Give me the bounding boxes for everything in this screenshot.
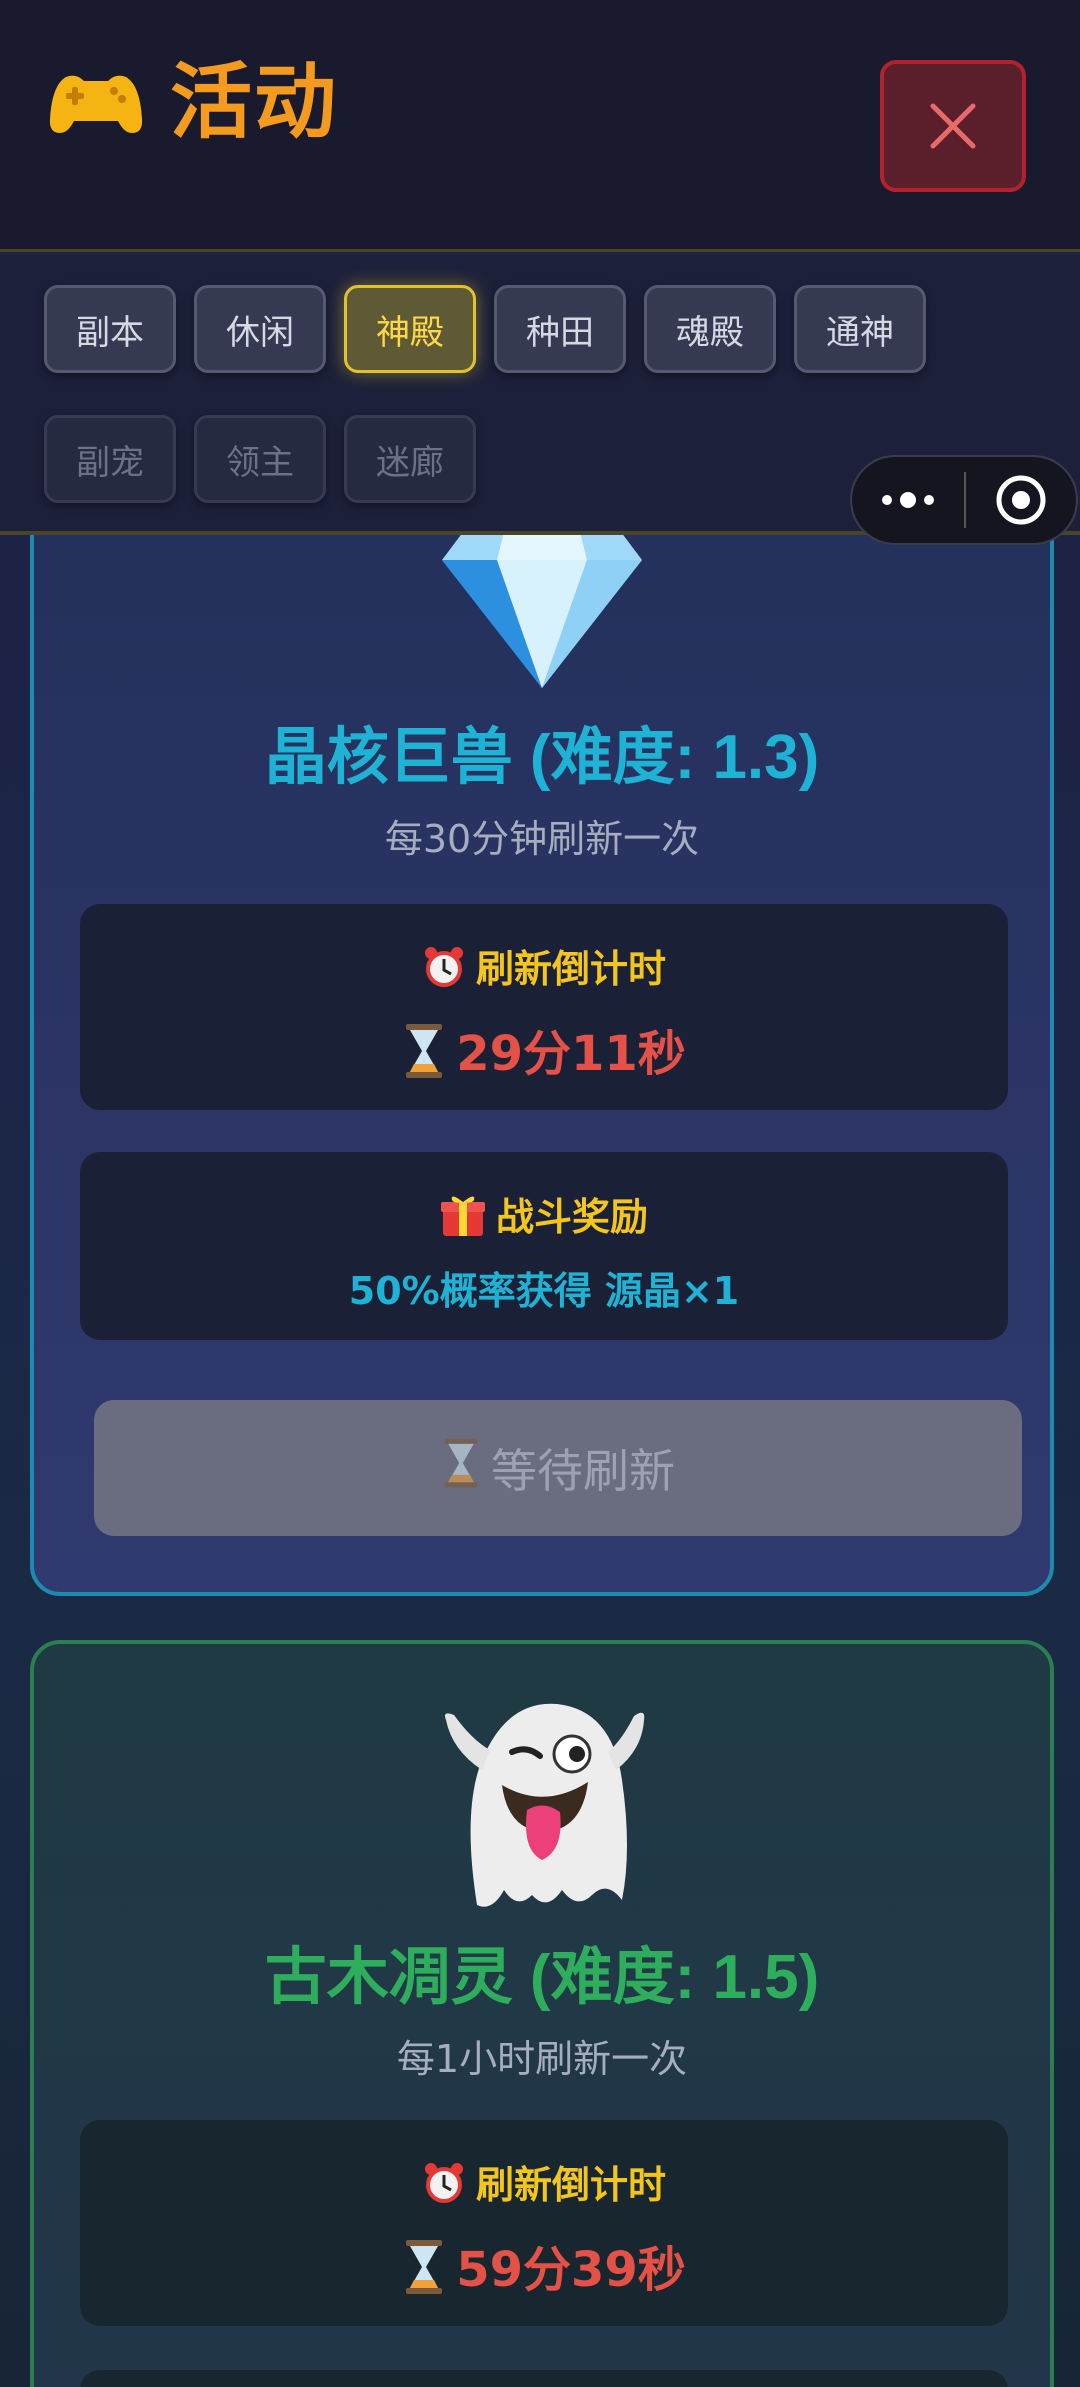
- tab-divinity[interactable]: 通神: [794, 285, 926, 373]
- countdown-value: 59分39秒: [456, 2242, 686, 2298]
- hourglass-icon: [402, 1024, 446, 1090]
- tab-sub-pet[interactable]: 副宠: [44, 415, 176, 503]
- header: 活动: [0, 0, 1080, 252]
- boss-card: 晶核巨兽 (难度: 1.3) 每30分钟刷新一次 刷新倒计时 29分11秒 战斗…: [30, 420, 1054, 1596]
- gamepad-icon: [49, 75, 143, 133]
- alarm-clock-icon: [422, 945, 466, 998]
- wait-refresh-button[interactable]: 等待刷新: [94, 1400, 1022, 1536]
- tab-soul-hall[interactable]: 魂殿: [644, 285, 776, 373]
- tab-temple[interactable]: 神殿: [344, 285, 476, 373]
- tab-leisure[interactable]: 休闲: [194, 285, 326, 373]
- countdown-box: 刷新倒计时 29分11秒: [80, 904, 1008, 1110]
- ghost-icon: [445, 1703, 645, 1907]
- page-title: 活动: [170, 55, 339, 150]
- countdown-box: 刷新倒计时 59分39秒: [80, 2120, 1008, 2326]
- tab-farming[interactable]: 种田: [494, 285, 626, 373]
- boss-name: 晶核巨兽 (难度: 1.3): [264, 723, 820, 792]
- countdown-value: 29分11秒: [456, 1026, 686, 1082]
- boss-card: 古木凋灵 (难度: 1.5) 每1小时刷新一次 刷新倒计时 59分39秒: [30, 1640, 1054, 2387]
- countdown-title: 刷新倒计时: [475, 947, 666, 991]
- gift-icon: [440, 1192, 486, 1247]
- hourglass-icon: [402, 2240, 446, 2306]
- close-button[interactable]: [880, 60, 1026, 192]
- close-icon: [930, 103, 976, 149]
- tab-lord[interactable]: 领主: [194, 415, 326, 503]
- diamond-icon: [442, 520, 642, 688]
- wait-refresh-label: 等待刷新: [491, 1444, 675, 1498]
- alarm-clock-icon: [422, 2161, 466, 2214]
- miniprogram-capsule: [850, 455, 1078, 545]
- hourglass-icon: [441, 1437, 481, 1499]
- refresh-interval: 每1小时刷新一次: [396, 2037, 688, 2081]
- tab-maze[interactable]: 迷廊: [344, 415, 476, 503]
- target-circle-icon[interactable]: [966, 473, 1076, 527]
- boss-name: 古木凋灵 (难度: 1.5): [264, 1943, 820, 2012]
- reward-title: 战斗奖励: [495, 1195, 648, 1239]
- tab-dungeon[interactable]: 副本: [44, 285, 176, 373]
- reward-value: 50%概率获得 源晶×1: [348, 1269, 740, 1313]
- more-dots-icon[interactable]: [852, 492, 964, 508]
- reward-box: 战斗奖励 50%概率获得 源晶×1: [80, 1152, 1008, 1340]
- refresh-interval: 每30分钟刷新一次: [384, 817, 700, 861]
- countdown-title: 刷新倒计时: [475, 2163, 666, 2207]
- title-area: 活动: [48, 62, 338, 144]
- reward-box: [80, 2370, 1008, 2387]
